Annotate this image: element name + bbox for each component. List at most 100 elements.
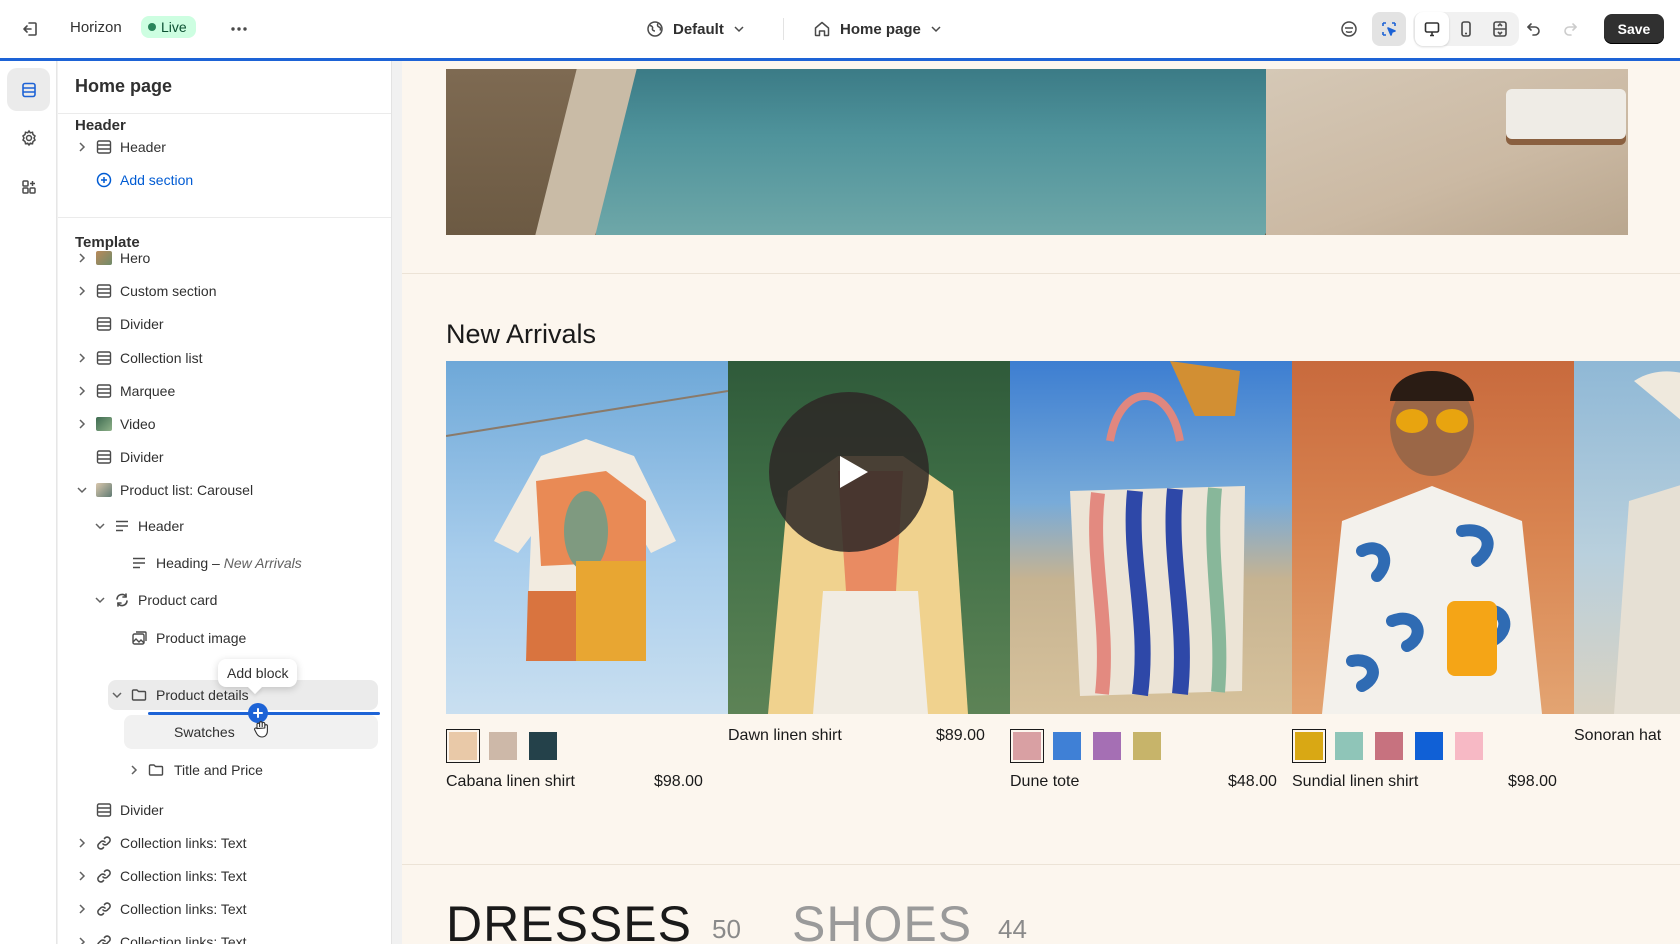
sidekick-icon[interactable] <box>1332 12 1366 46</box>
chevron-down-icon[interactable] <box>93 519 107 533</box>
chevron-down-icon[interactable] <box>75 483 89 497</box>
chevron-right-icon[interactable] <box>75 935 89 944</box>
grab-cursor-icon <box>254 721 268 738</box>
product-card[interactable] <box>1010 361 1292 714</box>
section-divider[interactable]: Divider <box>58 309 391 339</box>
collection-link[interactable]: SHOES <box>792 899 972 944</box>
chevron-down-icon[interactable] <box>110 688 124 702</box>
color-swatch[interactable] <box>1010 729 1044 763</box>
theme-settings-icon[interactable] <box>7 116 50 159</box>
chevron-right-icon[interactable] <box>75 284 89 298</box>
image-thumbnail-icon <box>95 249 113 267</box>
product-card[interactable] <box>1574 361 1680 714</box>
color-swatch[interactable] <box>489 732 517 760</box>
color-swatch[interactable] <box>1455 732 1483 760</box>
section-video[interactable]: Video <box>58 409 391 439</box>
section-product-list[interactable]: Product list: Carousel <box>58 475 391 505</box>
chevron-down-icon[interactable] <box>93 593 107 607</box>
video-thumbnail-icon <box>95 415 113 433</box>
sections-panel: Home page Header Header Add section Temp… <box>58 61 392 944</box>
block-heading[interactable]: Heading – New Arrivals <box>58 548 391 578</box>
color-swatch[interactable] <box>1292 729 1326 763</box>
store-name: Horizon <box>70 19 122 36</box>
color-swatch[interactable] <box>1093 732 1121 760</box>
add-section-button[interactable]: Add section <box>58 165 391 195</box>
product-card[interactable] <box>446 361 728 714</box>
color-swatch[interactable] <box>446 729 480 763</box>
section-collection-links[interactable]: Collection links: Text <box>58 861 391 891</box>
section-collection-links[interactable]: Collection links: Text <box>58 828 391 858</box>
product-title[interactable]: Dune tote <box>1010 773 1079 791</box>
section-hero[interactable]: Hero <box>58 243 391 273</box>
color-swatch[interactable] <box>1133 732 1161 760</box>
section-collection-links[interactable]: Collection links: Text <box>58 894 391 924</box>
undo-icon[interactable] <box>1517 12 1551 46</box>
heading-name: Heading <box>156 555 209 571</box>
page-select[interactable]: Home page <box>812 19 943 39</box>
product-image[interactable] <box>1574 361 1680 714</box>
chevron-down-icon <box>931 26 941 33</box>
product-title[interactable]: Dawn linen shirt <box>728 727 842 745</box>
play-icon <box>840 456 868 488</box>
block-product-card[interactable]: Product card <box>58 585 391 615</box>
chevron-right-icon[interactable] <box>75 836 89 850</box>
block-swatches-label: Swatches <box>174 724 235 740</box>
block-product-image[interactable]: Product image <box>58 623 391 653</box>
product-image[interactable] <box>446 361 728 714</box>
folder-icon <box>130 686 148 704</box>
section-collection-links-label: Collection links: Text <box>120 901 247 917</box>
color-swatch[interactable] <box>529 732 557 760</box>
block-title-and-price[interactable]: Title and Price <box>58 755 391 785</box>
section-icon <box>95 382 113 400</box>
chevron-right-icon[interactable] <box>75 869 89 883</box>
more-actions-icon[interactable] <box>222 12 256 46</box>
color-swatch[interactable] <box>1375 732 1403 760</box>
collection-link[interactable]: DRESSES <box>446 899 692 944</box>
block-header[interactable]: Header <box>58 511 391 541</box>
block-swatches[interactable]: Swatches <box>58 717 391 747</box>
chevron-right-icon[interactable] <box>75 351 89 365</box>
desktop-view-icon[interactable] <box>1415 12 1449 46</box>
chevron-right-icon[interactable] <box>75 251 89 265</box>
fullwidth-view-icon[interactable] <box>1483 12 1517 46</box>
color-swatch[interactable] <box>1335 732 1363 760</box>
section-marquee[interactable]: Marquee <box>58 376 391 406</box>
save-button[interactable]: Save <box>1604 14 1664 44</box>
collection-count: 44 <box>998 914 1027 944</box>
hero-image[interactable] <box>446 69 1628 235</box>
chevron-right-icon[interactable] <box>75 140 89 154</box>
product-title[interactable]: Sonoran hat <box>1574 727 1661 745</box>
section-divider[interactable]: Divider <box>58 442 391 472</box>
product-thumbnail-icon <box>95 481 113 499</box>
section-custom[interactable]: Custom section <box>58 276 391 306</box>
apps-icon[interactable] <box>7 165 50 208</box>
section-divider[interactable]: Divider <box>58 795 391 825</box>
section-collection-list[interactable]: Collection list <box>58 343 391 373</box>
color-swatch[interactable] <box>1053 732 1081 760</box>
topbar-divider <box>783 18 784 40</box>
storefront-preview: New Arrivals Cabana linen shirt $98.00 D… <box>393 61 1680 944</box>
product-card[interactable] <box>1292 361 1574 714</box>
new-arrivals-heading[interactable]: New Arrivals <box>446 319 596 350</box>
product-title[interactable]: Cabana linen shirt <box>446 773 575 791</box>
section-header[interactable]: Header <box>58 132 391 162</box>
video-play-button[interactable] <box>769 392 929 552</box>
exit-icon[interactable] <box>13 12 47 46</box>
inspector-select-icon[interactable] <box>1372 12 1406 46</box>
link-icon <box>95 900 113 918</box>
chevron-right-icon[interactable] <box>75 417 89 431</box>
mobile-view-icon[interactable] <box>1449 12 1483 46</box>
product-title[interactable]: Sundial linen shirt <box>1292 773 1418 791</box>
product-image[interactable] <box>1010 361 1292 714</box>
section-collection-links[interactable]: Collection links: Text <box>58 927 391 944</box>
chevron-right-icon[interactable] <box>75 902 89 916</box>
product-image[interactable] <box>1292 361 1574 714</box>
section-collection-links-label: Collection links: Text <box>120 835 247 851</box>
chevron-right-icon[interactable] <box>75 384 89 398</box>
chevron-right-icon[interactable] <box>127 763 141 777</box>
color-swatch[interactable] <box>1415 732 1443 760</box>
redo-icon[interactable] <box>1553 12 1587 46</box>
block-product-image-label: Product image <box>156 630 247 646</box>
theme-select[interactable]: Default <box>645 19 746 39</box>
sections-icon[interactable] <box>7 68 50 111</box>
